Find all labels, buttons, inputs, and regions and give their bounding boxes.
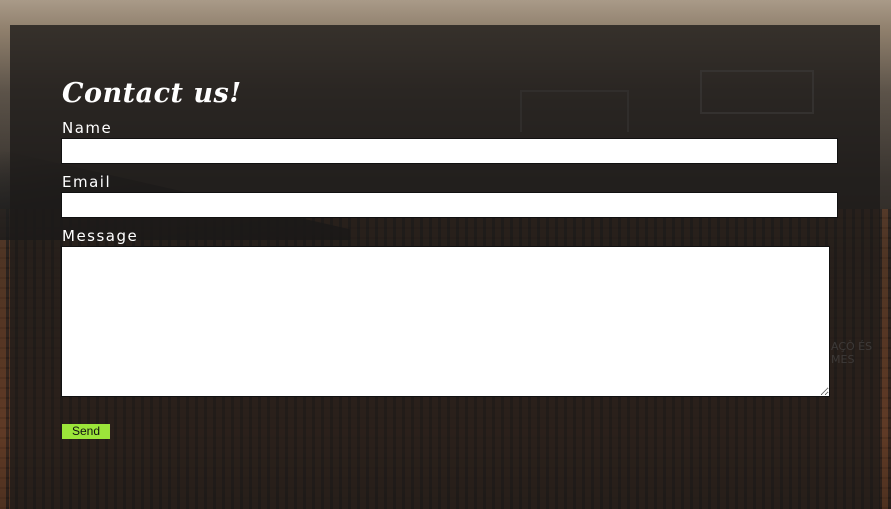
email-label: Email	[62, 173, 112, 191]
name-field[interactable]	[61, 138, 838, 164]
name-label: Name	[62, 119, 113, 137]
message-label: Message	[62, 227, 139, 245]
message-field[interactable]	[61, 246, 830, 397]
send-button[interactable]: Send	[62, 424, 110, 439]
page-title: Contact us!	[62, 78, 242, 109]
email-field[interactable]	[61, 192, 838, 218]
